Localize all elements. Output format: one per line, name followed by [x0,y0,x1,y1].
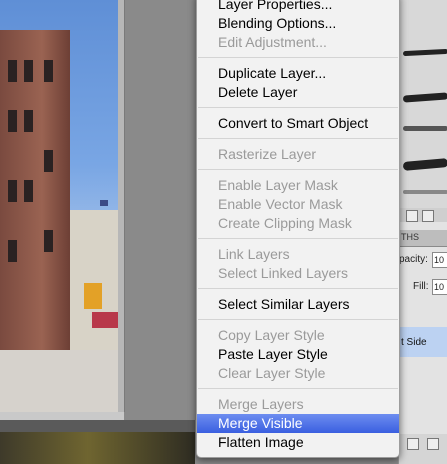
building-window [24,110,33,132]
opacity-label: pacity: [399,254,428,265]
menu-item-create-clipping-mask: Create Clipping Mask [218,215,352,231]
photo-building-street [0,0,118,412]
layer-name: t Side [401,337,427,348]
paths-tab[interactable]: THS [399,230,447,247]
street [0,350,118,412]
layers-panel: THS pacity: 10 Fill: 10 t Side [398,222,447,464]
menu-item-blending-options[interactable]: Blending Options... [197,14,399,33]
menu-item-enable-layer-mask: Enable Layer Mask [218,177,338,193]
menu-item-merge-visible[interactable]: Merge Visible [197,414,399,433]
storefront-sign [84,283,102,309]
brush-stroke-preview[interactable] [403,126,447,131]
canvas-scrollbar[interactable] [0,420,195,432]
new-layer-icon[interactable] [407,438,419,450]
menu-separator [198,238,398,239]
menu-separator [198,319,398,320]
building-window [44,230,53,252]
brush-stroke-preview[interactable] [402,92,447,103]
new-brush-icon[interactable] [406,210,418,222]
building-window [8,110,17,132]
opacity-field[interactable]: 10 [432,252,447,268]
menu-item-merge-layers: Merge Layers [218,396,304,412]
building-window [8,60,17,82]
menu-item-flatten-image[interactable]: Flatten Image [197,433,399,452]
menu-separator [198,57,398,58]
menu-item-select-linked-layers: Select Linked Layers [218,265,348,281]
building-window [44,60,53,82]
menu-item-enable-vector-mask: Enable Vector Mask [218,196,343,212]
menu-separator [198,169,398,170]
menu-item-paste-layer-style[interactable]: Paste Layer Style [197,345,399,364]
flag [100,200,108,206]
menu-separator [198,138,398,139]
menu-item-edit-adjustment: Edit Adjustment... [218,34,327,50]
fill-field[interactable]: 10 [432,279,447,295]
building-window [24,180,33,202]
storefront-awning [92,312,118,328]
menu-separator [198,107,398,108]
menu-item-rasterize-layer: Rasterize Layer [218,146,317,162]
menu-separator [198,388,398,389]
fill-label: Fill: [413,281,429,292]
menu-item-delete-layer[interactable]: Delete Layer [197,83,399,102]
side-building [70,210,118,350]
document-canvas[interactable] [0,0,125,420]
canvas-edge [118,0,125,412]
brushes-panel [398,0,447,222]
delete-layer-icon[interactable] [427,438,439,450]
building-window [8,240,17,262]
brush-stroke-preview[interactable] [402,158,447,171]
building-window [44,150,53,172]
menu-item-link-layers: Link Layers [218,246,290,262]
menu-item-layer-properties[interactable]: Layer Properties... [197,0,399,14]
menu-item-clear-layer-style: Clear Layer Style [218,365,326,381]
brush-stroke-preview[interactable] [403,190,447,194]
building-window [24,60,33,82]
menu-item-copy-layer-style: Copy Layer Style [218,327,325,343]
tab-label: THS [401,232,419,242]
layer-row-selected[interactable]: t Side [399,327,447,357]
brushes-panel-footer [398,208,447,222]
menu-separator [198,288,398,289]
page-icon[interactable] [422,210,434,222]
menu-item-convert-smart-object[interactable]: Convert to Smart Object [197,114,399,133]
layers-panel-footer [399,434,447,464]
menu-item-select-similar-layers[interactable]: Select Similar Layers [197,295,399,314]
layer-context-menu: Layer Properties... Blending Options... … [196,0,400,458]
menu-item-duplicate-layer[interactable]: Duplicate Layer... [197,64,399,83]
building-window [8,180,17,202]
brush-stroke-preview[interactable] [402,48,447,57]
